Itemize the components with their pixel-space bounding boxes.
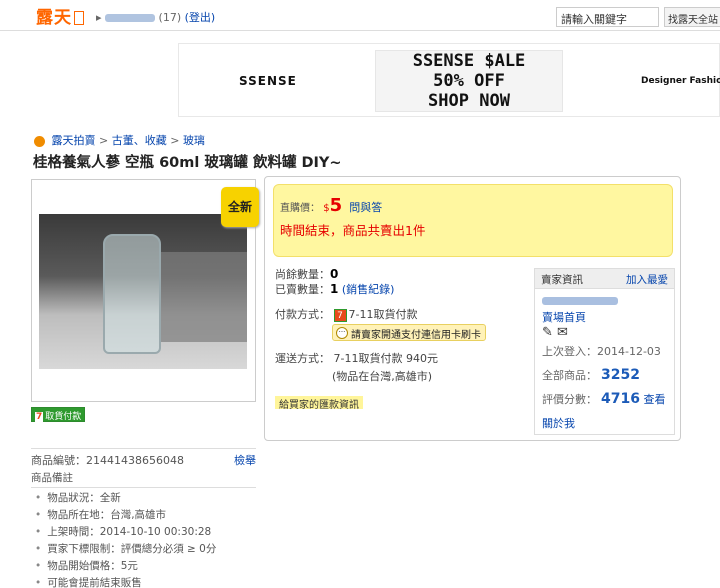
breadcrumb-item-antiques[interactable]: 古董、收藏 xyxy=(112,134,167,147)
shipping-label: 運送方式： xyxy=(275,352,330,365)
breadcrumb-item-home[interactable]: 露天拍賣 xyxy=(52,134,96,147)
shipping-value: 7-11取貨付款 xyxy=(333,352,403,365)
payment-label: 付款方式： xyxy=(275,308,330,321)
breadcrumb-item-glass[interactable]: 玻璃 xyxy=(183,134,205,147)
rating-row: 評價分數： 4716 查看 xyxy=(542,391,665,407)
banner-sale-box: SSENSE $ALE 50% OFF SHOP NOW xyxy=(375,50,563,112)
seller-name-link[interactable] xyxy=(542,295,618,308)
top-bar: 露天 ▸ (17) (登出) 請輸入關鍵字 找露天全站 xyxy=(0,0,720,31)
payment-row: 付款方式： 7 7-11取貨付款 xyxy=(275,306,417,322)
banner-line1: SSENSE $ALE xyxy=(412,51,526,71)
mail-check-icon: ✉ xyxy=(557,325,568,340)
product-id-value: 21441438656048 xyxy=(86,454,184,467)
all-items-label: 全部商品： xyxy=(542,369,597,382)
page-title: 桂格養氣人蔘 空瓶 60ml 玻璃罐 飲料罐 DIY~ xyxy=(33,155,342,171)
user-bullet-icon: ▸ xyxy=(96,11,102,24)
remaining-value: 0 xyxy=(330,267,339,281)
qa-link[interactable]: 問與答 xyxy=(349,201,382,214)
breadcrumb: 露天拍賣 > 古董、收藏 > 玻璃 xyxy=(34,132,205,148)
product-photo[interactable] xyxy=(39,214,247,369)
last-login-label: 上次登入： xyxy=(542,345,597,358)
banner-brand: SSENSE xyxy=(239,74,297,88)
banner-line3: SHOP NOW xyxy=(428,91,510,111)
sales-record-link[interactable]: (銷售紀錄) xyxy=(342,283,395,296)
seller-badges: ✎ ✉ xyxy=(542,325,568,340)
item-location: (物品在台灣,高雄市) xyxy=(332,370,433,383)
note-item: 上架時間：2014-10-10 00:30:28 xyxy=(35,524,256,541)
view-rating-link[interactable]: 查看 xyxy=(643,393,665,406)
shipping-fee: 940元 xyxy=(405,352,438,365)
report-link[interactable]: 檢舉 xyxy=(234,452,256,468)
remaining-row: 尚餘數量：0 xyxy=(275,266,338,282)
logout-link[interactable]: (登出) xyxy=(185,11,216,24)
shipping-row: 運送方式： 7-11取貨付款 940元 xyxy=(275,350,438,366)
price-box: 直購價： $5 問與答 時間結束，商品共賣出1件 xyxy=(273,184,673,257)
seller-header-title: 賣家資訊 xyxy=(541,274,583,286)
store-home-link[interactable]: 賣場首頁 xyxy=(542,309,586,325)
seller-info-box: 賣家資訊 加入最愛 賣場首頁 ✎ ✉ 上次登入：2014-12-03 全部商品：… xyxy=(534,268,675,435)
sold-value: 1 xyxy=(330,282,339,296)
product-notes: 商品備註 物品狀況：全新 物品所在地：台灣,高雄市 上架時間：2014-10-1… xyxy=(31,470,256,588)
about-me-link[interactable]: 關於我 xyxy=(542,417,575,430)
store-home-text[interactable]: 賣場首頁 xyxy=(542,311,586,324)
product-notes-list: 物品狀況：全新 物品所在地：台灣,高雄市 上架時間：2014-10-10 00:… xyxy=(31,490,256,588)
note-item: 物品狀況：全新 xyxy=(35,490,256,507)
note-item: 物品所在地：台灣,高雄市 xyxy=(35,507,256,524)
rating-label: 評價分數： xyxy=(542,393,597,406)
new-condition-badge: 全新 xyxy=(221,187,259,227)
sold-label: 已賣數量： xyxy=(275,283,330,296)
product-id-row: 商品編號：21441438656048 檢舉 xyxy=(31,448,256,468)
last-login-value: 2014-12-03 xyxy=(597,345,661,358)
photo-glass-jar xyxy=(103,234,161,354)
ad-banner[interactable]: SSENSE SSENSE $ALE 50% OFF SHOP NOW Desi… xyxy=(178,43,720,117)
cod-badge: 7 取貨付款 xyxy=(31,407,86,422)
seller-header: 賣家資訊 加入最愛 xyxy=(535,269,674,289)
add-favorite-link[interactable]: 加入最愛 xyxy=(626,272,668,287)
payment-value: 7-11取貨付款 xyxy=(348,308,418,321)
price-value: 5 xyxy=(329,195,343,216)
auction-ended-message: 時間結束，商品共賣出1件 xyxy=(280,223,426,238)
photo-background-board xyxy=(159,252,247,342)
breadcrumb-separator: > xyxy=(99,134,112,147)
banner-right-text: Designer Fashio xyxy=(641,76,720,86)
product-notes-header: 商品備註 xyxy=(31,470,256,488)
seven-eleven-icon: 7 xyxy=(35,412,44,422)
credit-card-hint[interactable]: ··· 請賣家開通支付連信用卡刷卡 xyxy=(332,324,486,341)
rating-value-link[interactable]: 4716 xyxy=(601,391,640,407)
note-item: 物品開始價格：5元 xyxy=(35,558,256,575)
cod-label: 取貨付款 xyxy=(45,412,82,422)
note-item: 可能會提前結束販售 xyxy=(35,575,256,588)
ruten-home-icon xyxy=(34,135,45,147)
user-count: (17) xyxy=(158,11,182,24)
all-items-row: 全部商品： 3252 xyxy=(542,367,640,383)
remit-info-link[interactable]: 給買家的匯款資訊 xyxy=(275,396,363,411)
user-info: ▸ (17) (登出) xyxy=(96,9,215,25)
username-link[interactable] xyxy=(105,14,156,22)
price-row: 直購價： $5 問與答 xyxy=(280,195,382,216)
about-me-row: 關於我 xyxy=(542,415,575,431)
search-site-button[interactable]: 找露天全站 xyxy=(664,7,720,27)
price-label: 直購價： xyxy=(280,203,320,214)
breadcrumb-separator: > xyxy=(170,134,183,147)
search-input[interactable]: 請輸入關鍵字 xyxy=(556,7,659,27)
banner-line2: 50% OFF xyxy=(433,71,505,91)
seller-name-blurred xyxy=(542,297,618,305)
product-id-label: 商品編號： xyxy=(31,454,86,467)
chat-bubble-icon: ··· xyxy=(336,327,348,339)
last-login-row: 上次登入：2014-12-03 xyxy=(542,343,661,359)
credit-card-hint-text: 請賣家開通支付連信用卡刷卡 xyxy=(351,330,481,341)
remaining-label: 尚餘數量： xyxy=(275,268,330,281)
certified-seller-icon: ✎ xyxy=(542,325,553,340)
ruten-logo[interactable]: 露天 xyxy=(36,3,84,28)
sold-row: 已賣數量：1 (銷售紀錄) xyxy=(275,281,394,297)
note-item: 買家下標限制：評價總分必須 ≥ 0分 xyxy=(35,541,256,558)
seven-eleven-icon: 7 xyxy=(333,308,347,322)
all-items-link[interactable]: 3252 xyxy=(601,367,640,383)
